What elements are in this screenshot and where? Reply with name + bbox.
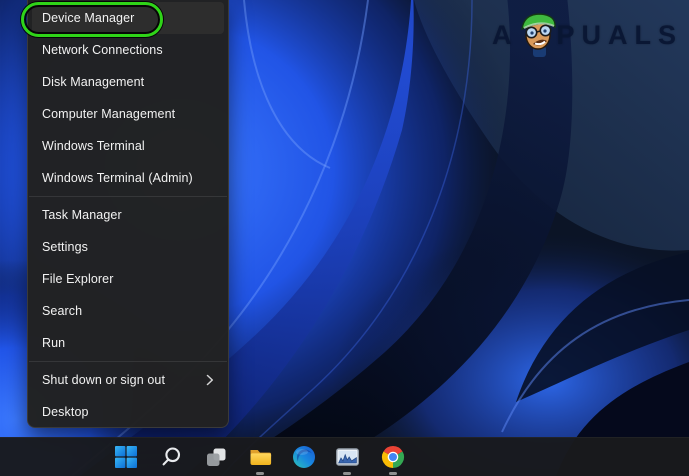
search-icon — [162, 447, 181, 466]
edge-icon — [293, 446, 315, 468]
windows-logo-icon — [115, 446, 137, 468]
search-button[interactable] — [151, 438, 191, 476]
task-view-icon — [207, 448, 226, 466]
edge-button[interactable] — [284, 438, 324, 476]
desktop: A PUALS Device Manager Network Connectio… — [0, 0, 689, 476]
chrome-icon — [381, 445, 405, 468]
file-explorer-button[interactable] — [240, 438, 280, 476]
menu-item-search[interactable]: Search — [28, 295, 228, 327]
menu-item-label: Settings — [42, 240, 88, 254]
menu-item-label: Desktop — [42, 405, 89, 419]
running-indicator — [389, 472, 397, 475]
menu-item-computer-management[interactable]: Computer Management — [28, 98, 228, 130]
menu-item-label: Windows Terminal (Admin) — [42, 171, 193, 185]
menu-item-label: File Explorer — [42, 272, 114, 286]
menu-item-disk-management[interactable]: Disk Management — [28, 66, 228, 98]
task-manager-icon — [335, 448, 359, 466]
menu-item-network-connections[interactable]: Network Connections — [28, 34, 228, 66]
menu-item-label: Task Manager — [42, 208, 122, 222]
menu-item-windows-terminal[interactable]: Windows Terminal — [28, 130, 228, 162]
menu-item-device-manager[interactable]: Device Manager — [32, 2, 224, 34]
menu-separator — [29, 196, 227, 197]
folder-icon — [250, 450, 271, 465]
menu-item-settings[interactable]: Settings — [28, 231, 228, 263]
chrome-button[interactable] — [373, 438, 413, 476]
task-manager-button[interactable] — [327, 438, 367, 476]
menu-separator — [29, 361, 227, 362]
menu-item-task-manager[interactable]: Task Manager — [28, 199, 228, 231]
menu-item-file-explorer[interactable]: File Explorer — [28, 263, 228, 295]
chevron-right-icon — [206, 374, 214, 386]
running-indicator — [343, 472, 351, 475]
menu-item-label: Search — [42, 304, 83, 318]
watermark-text-start: A — [491, 19, 519, 50]
appuals-watermark: A PUALS — [492, 10, 683, 60]
appuals-mascot-icon — [521, 13, 557, 57]
menu-item-label: Network Connections — [42, 43, 163, 57]
start-button[interactable] — [106, 438, 146, 476]
menu-item-label: Windows Terminal — [42, 139, 145, 153]
watermark-text-end: PUALS — [556, 19, 683, 50]
menu-item-run[interactable]: Run — [28, 327, 228, 359]
menu-item-label: Run — [42, 336, 66, 350]
menu-item-label: Disk Management — [42, 75, 145, 89]
menu-item-label: Device Manager — [42, 11, 135, 25]
task-view-button[interactable] — [196, 438, 236, 476]
menu-item-shut-down-or-sign-out[interactable]: Shut down or sign out — [28, 364, 228, 396]
running-indicator — [256, 472, 264, 475]
winx-quick-link-menu: Device Manager Network Connections Disk … — [27, 0, 229, 428]
menu-item-label: Shut down or sign out — [42, 373, 166, 387]
menu-item-windows-terminal-admin[interactable]: Windows Terminal (Admin) — [28, 162, 228, 194]
taskbar — [0, 437, 689, 476]
menu-item-desktop[interactable]: Desktop — [28, 396, 228, 428]
menu-item-label: Computer Management — [42, 107, 176, 121]
